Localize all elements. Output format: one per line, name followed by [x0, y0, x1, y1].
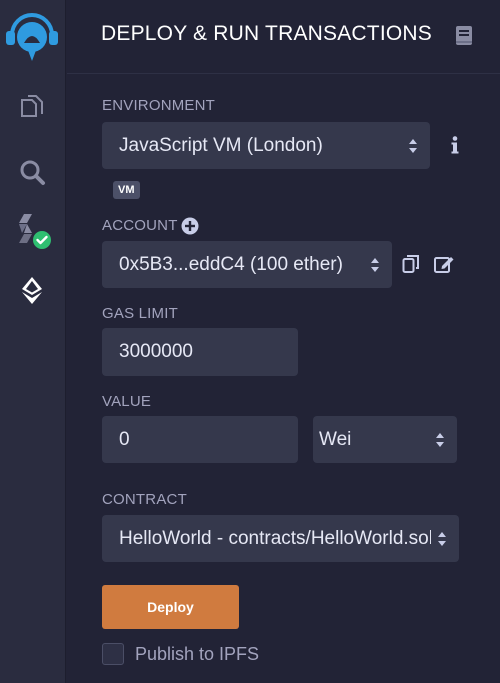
- ethereum-icon[interactable]: [10, 268, 54, 312]
- environment-select[interactable]: JavaScript VM (London): [102, 122, 430, 169]
- contract-label: CONTRACT: [102, 491, 187, 508]
- icon-sidebar: [0, 0, 66, 683]
- deploy-button[interactable]: Deploy: [102, 585, 239, 629]
- plus-circle-icon[interactable]: [181, 217, 199, 235]
- environment-value: JavaScript VM (London): [119, 134, 323, 156]
- value-amount: 0: [119, 428, 130, 450]
- contract-select[interactable]: HelloWorld - contracts/HelloWorld.sol: [102, 515, 459, 562]
- environment-label: ENVIRONMENT: [102, 97, 216, 114]
- deploy-run-panel: DEPLOY & RUN TRANSACTIONS ENVIRONMENT Ja…: [67, 0, 500, 683]
- panel-title: DEPLOY & RUN TRANSACTIONS: [101, 22, 432, 45]
- remix-logo[interactable]: [4, 5, 60, 65]
- gas-limit-label: GAS LIMIT: [102, 305, 178, 322]
- book-icon[interactable]: [454, 25, 474, 47]
- panel-header: DEPLOY & RUN TRANSACTIONS: [67, 0, 500, 74]
- publish-ipfs-checkbox[interactable]: [102, 643, 124, 665]
- info-icon[interactable]: [451, 136, 459, 154]
- copy-icon[interactable]: [402, 254, 420, 274]
- value-input[interactable]: 0: [102, 416, 298, 463]
- value-label: VALUE: [102, 393, 152, 410]
- gas-limit-input[interactable]: 3000000: [102, 328, 298, 376]
- value-unit-select[interactable]: Wei: [313, 416, 457, 463]
- select-caret-icon: [438, 531, 446, 546]
- select-caret-icon: [436, 432, 444, 447]
- files-icon[interactable]: [10, 86, 54, 130]
- search-icon[interactable]: [10, 150, 54, 194]
- edit-icon[interactable]: [434, 254, 455, 274]
- account-value: 0x5B3...eddC4 (100 ether): [119, 253, 343, 275]
- select-caret-icon: [409, 138, 417, 153]
- value-unit: Wei: [319, 428, 352, 450]
- remix-ide: DEPLOY & RUN TRANSACTIONS ENVIRONMENT Ja…: [0, 0, 500, 683]
- gas-limit-value: 3000000: [119, 341, 193, 362]
- vm-badge: VM: [113, 181, 140, 199]
- account-label: ACCOUNT: [102, 217, 178, 234]
- account-select[interactable]: 0x5B3...eddC4 (100 ether): [102, 241, 392, 288]
- solidity-compiler-icon[interactable]: [10, 208, 54, 252]
- select-caret-icon: [371, 257, 379, 272]
- publish-ipfs-label: Publish to IPFS: [135, 644, 260, 664]
- contract-value: HelloWorld - contracts/HelloWorld.sol: [119, 527, 431, 549]
